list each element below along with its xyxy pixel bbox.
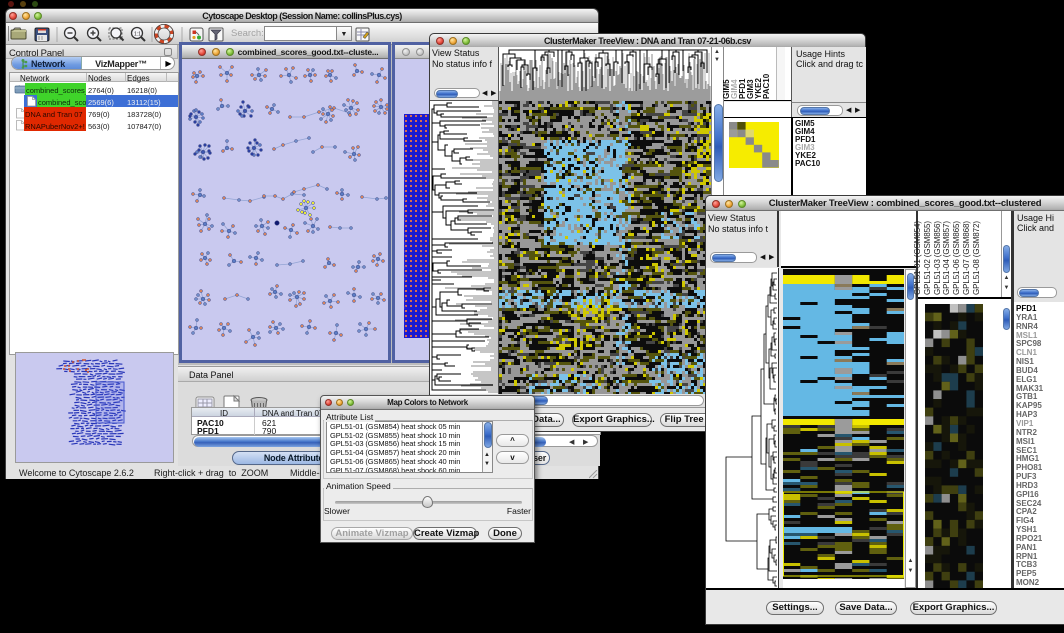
svg-text:1:1: 1:1 [134,32,141,38]
